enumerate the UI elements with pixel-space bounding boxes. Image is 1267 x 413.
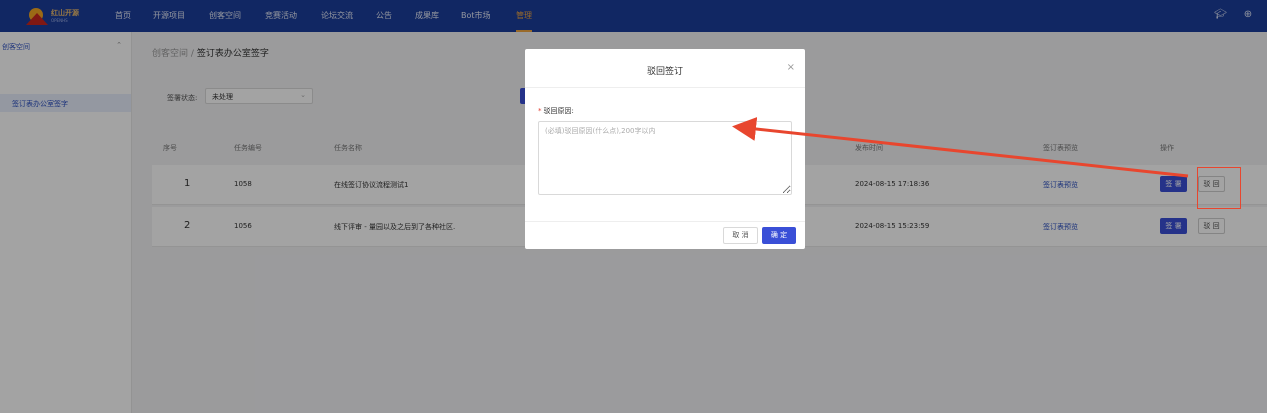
confirm-button[interactable]: 确 定: [762, 227, 796, 244]
divider: [525, 87, 805, 88]
reject-signing-dialog: 驳回签订 × *驳回原因: 取 消 确 定: [525, 49, 805, 249]
reason-field-label: * 驳回原因:: [538, 106, 574, 116]
cancel-button[interactable]: 取 消: [723, 227, 758, 244]
reject-reason-textarea[interactable]: [538, 121, 792, 195]
divider: [525, 221, 805, 222]
annotation-highlight-box: [1197, 167, 1241, 209]
required-mark: *: [538, 107, 542, 115]
dialog-title: 驳回签订: [646, 67, 683, 77]
reason-label-text: 驳回原因:: [543, 107, 574, 115]
close-icon[interactable]: ×: [787, 62, 795, 73]
